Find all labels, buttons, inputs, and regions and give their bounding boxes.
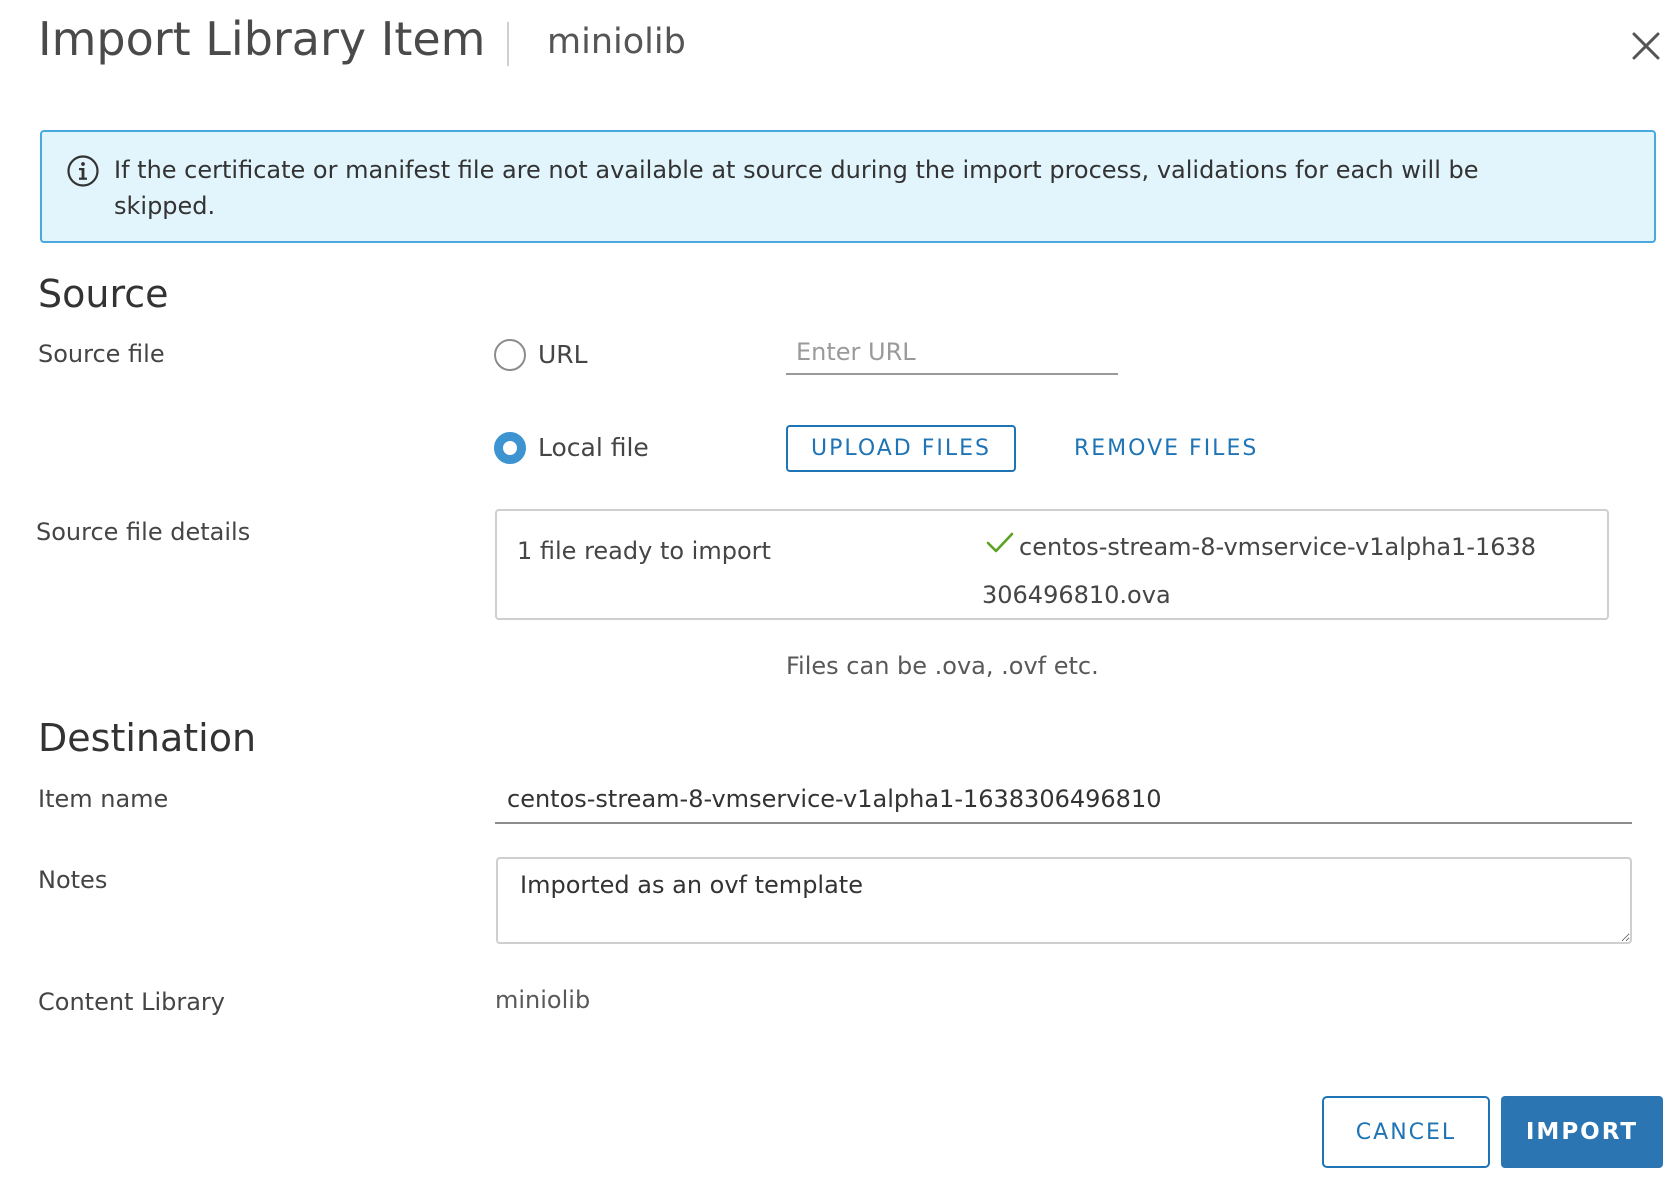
- cancel-button[interactable]: CANCEL: [1322, 1096, 1490, 1168]
- upload-files-button[interactable]: UPLOAD FILES: [786, 425, 1016, 472]
- source-section-title: Source: [38, 272, 169, 316]
- local-file-radio-label[interactable]: Local file: [538, 433, 649, 462]
- source-file-details-label: Source file details: [36, 518, 251, 546]
- source-file-details-box: 1 file ready to import centos-stream-8-v…: [495, 509, 1609, 620]
- import-button[interactable]: IMPORT: [1501, 1096, 1663, 1168]
- title-divider: [507, 22, 509, 66]
- info-icon: [67, 155, 99, 187]
- close-icon: [1632, 32, 1660, 60]
- import-library-item-dialog: Import Library Item miniolib If the cert…: [0, 0, 1678, 1204]
- close-button[interactable]: [1626, 26, 1666, 66]
- dialog-title: Import Library Item: [38, 12, 486, 66]
- url-radio[interactable]: [494, 339, 526, 371]
- dialog-subtitle: miniolib: [547, 22, 686, 62]
- file-types-helper-text: Files can be .ova, .ovf etc.: [786, 652, 1099, 680]
- info-banner-text: If the certificate or manifest file are …: [114, 156, 1479, 220]
- local-file-radio[interactable]: [494, 432, 526, 464]
- notes-label: Notes: [38, 866, 108, 894]
- content-library-value: miniolib: [495, 986, 591, 1014]
- item-name-label: Item name: [38, 785, 169, 813]
- info-banner: If the certificate or manifest file are …: [40, 130, 1656, 243]
- remove-files-button[interactable]: REMOVE FILES: [1074, 436, 1258, 461]
- file-name: centos-stream-8-vmservice-v1alpha1-16383…: [982, 533, 1537, 609]
- content-library-label: Content Library: [38, 988, 225, 1016]
- url-radio-label[interactable]: URL: [538, 340, 588, 369]
- destination-section-title: Destination: [38, 716, 257, 760]
- url-input[interactable]: [786, 331, 1118, 375]
- file-count-text: 1 file ready to import: [517, 537, 771, 565]
- notes-textarea[interactable]: Imported as an ovf template: [496, 857, 1632, 944]
- item-name-input[interactable]: [495, 776, 1632, 824]
- source-file-label: Source file: [38, 340, 165, 368]
